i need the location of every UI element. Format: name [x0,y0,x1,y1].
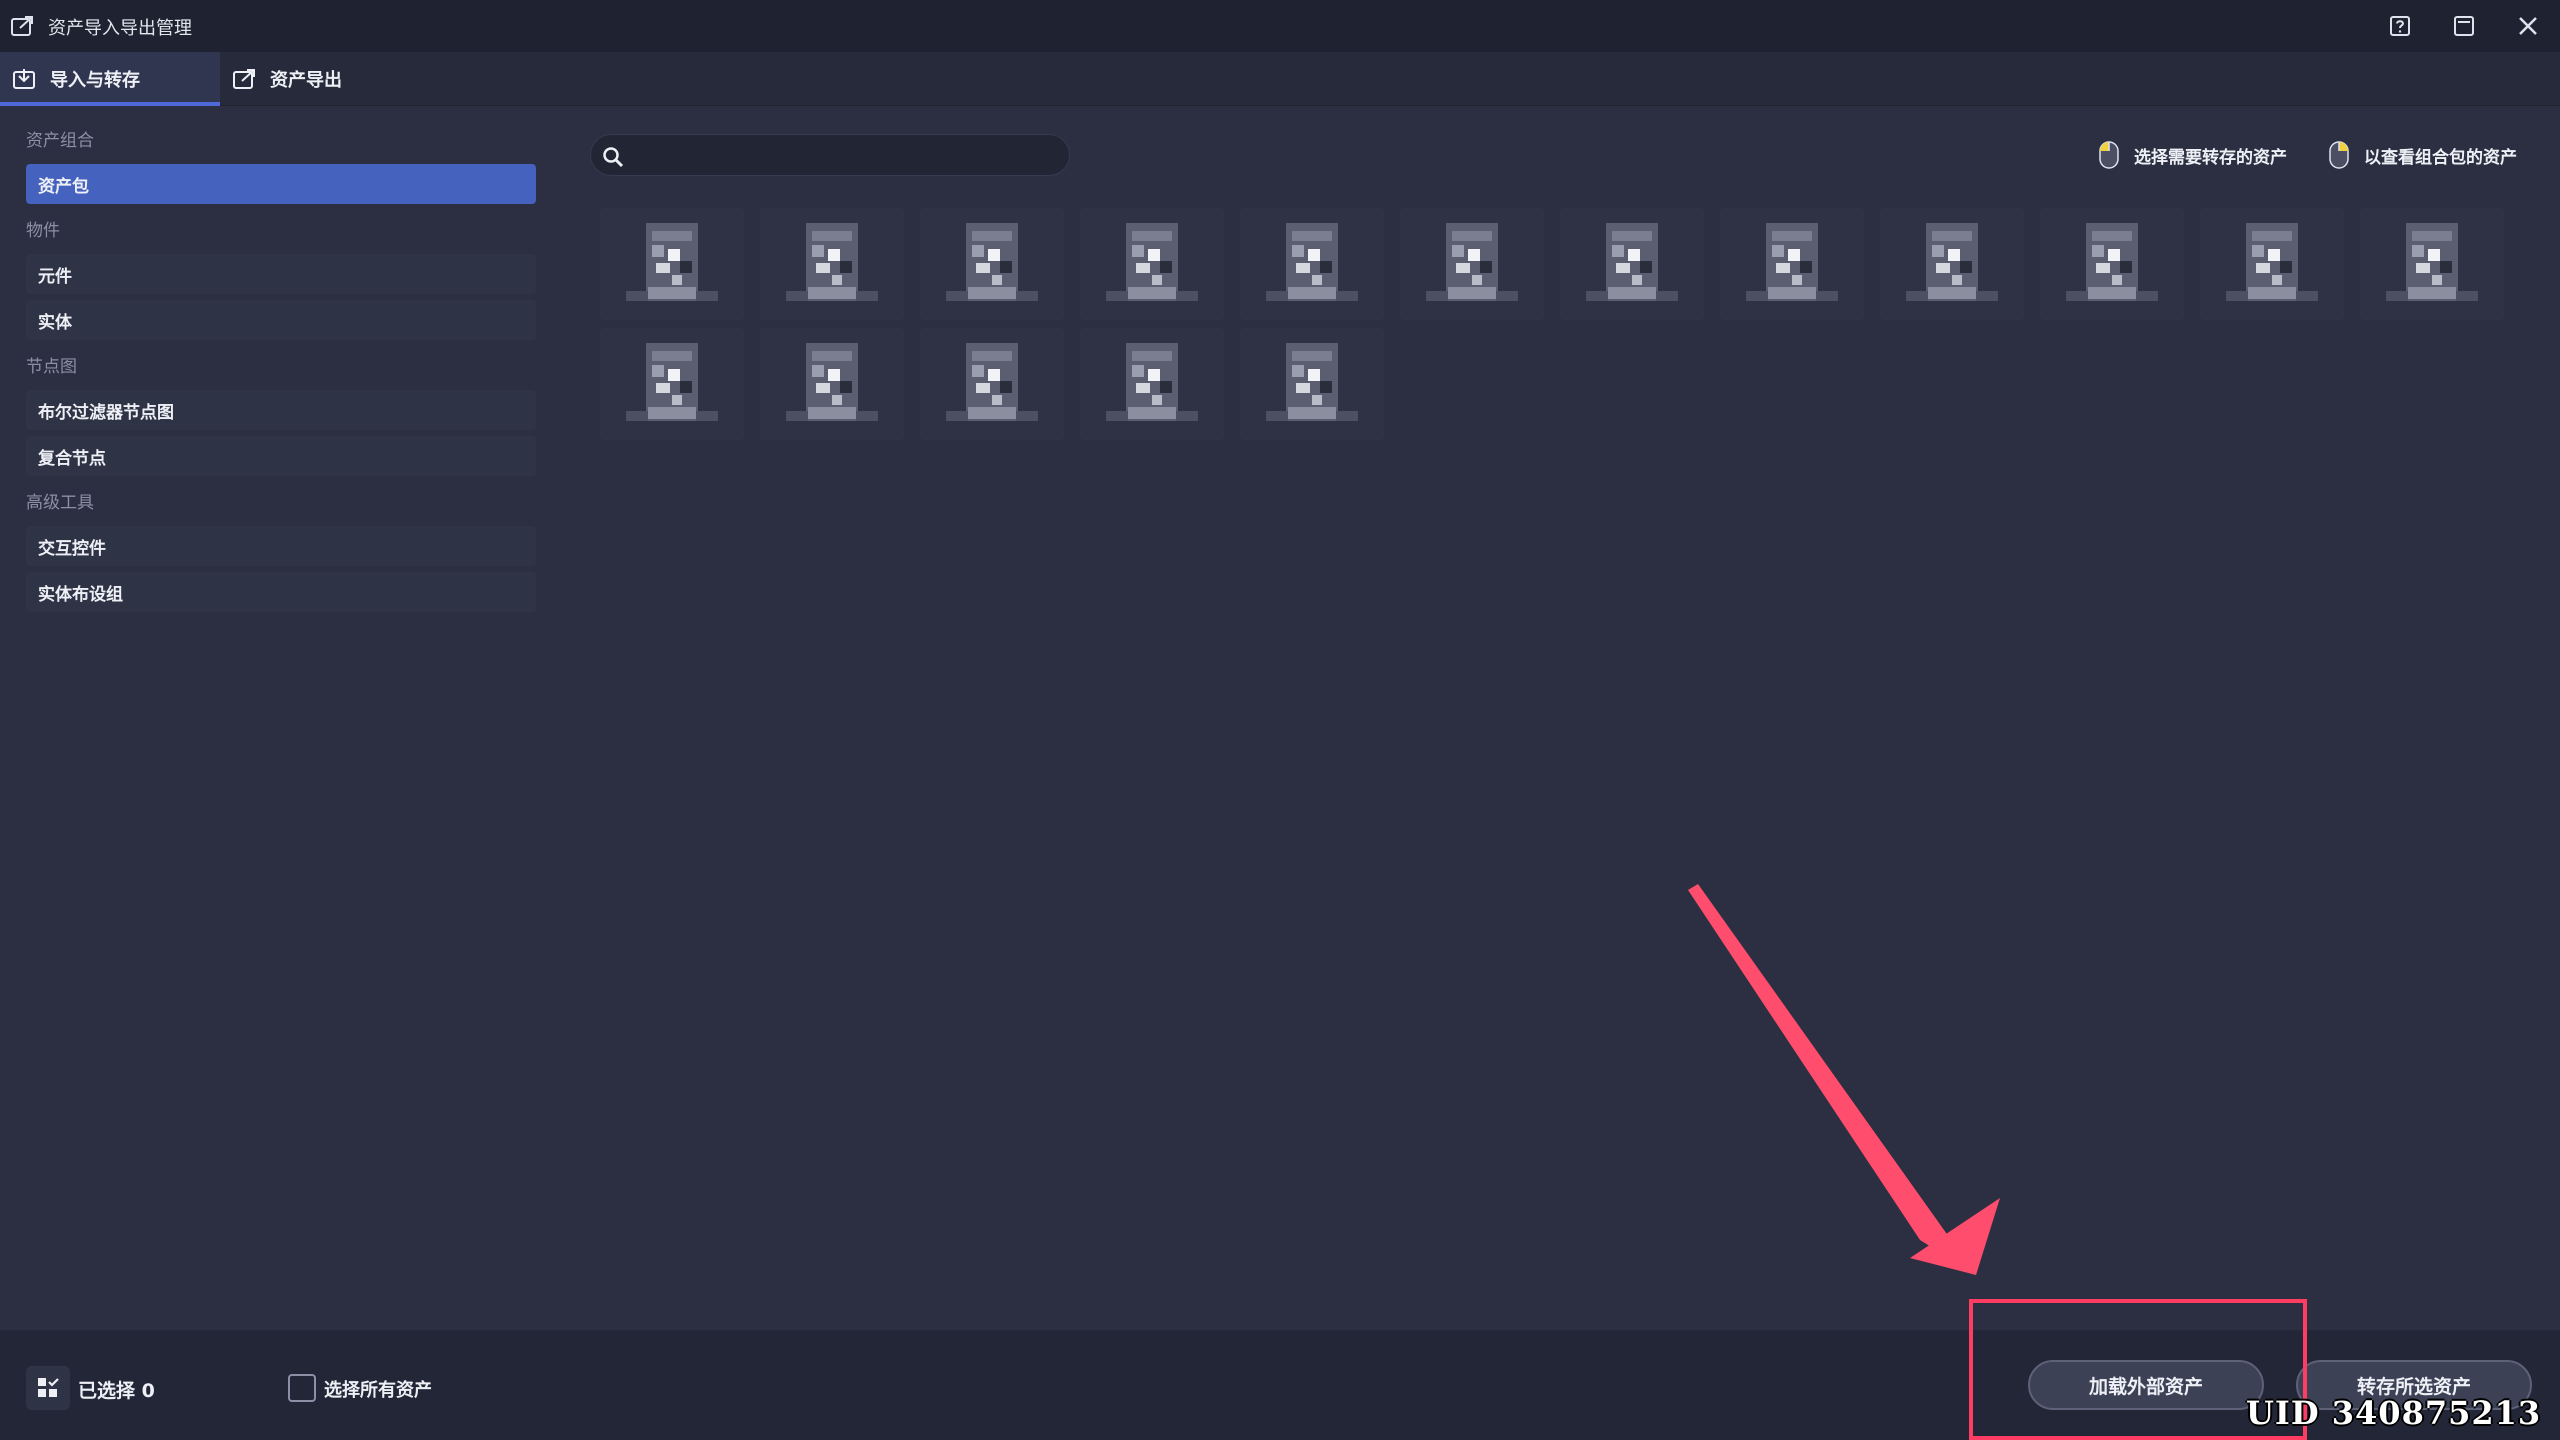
annotation-arrow [1688,884,2000,1275]
asset-tile[interactable] [1560,208,1704,320]
title-bar: 资产导入导出管理 [0,0,2560,52]
asset-thumbnail-image [1426,223,1518,301]
asset-tile[interactable] [600,208,744,320]
export-icon [233,69,255,89]
sidebar-item-component[interactable]: 元件 [26,254,536,294]
uid-watermark: UID 340875213 [2246,1394,2542,1432]
export-icon [10,14,36,38]
sidebar-item-asset-package[interactable]: 资产包 [26,164,536,204]
tab-asset-export[interactable]: 资产导出 [232,52,432,106]
sidebar-item-boolean-filter-node-graph[interactable]: 布尔过滤器节点图 [26,390,536,430]
mouse-left-click-icon [2099,141,2119,169]
grid-select-icon [38,1378,59,1397]
asset-thumbnail-image [1106,223,1198,301]
asset-thumbnail-image [2066,223,2158,301]
asset-tile[interactable] [920,328,1064,440]
help-icon [2390,16,2410,36]
asset-thumbnail-image [786,343,878,421]
asset-tile[interactable] [1720,208,1864,320]
asset-tile[interactable] [1080,208,1224,320]
asset-tile[interactable] [920,208,1064,320]
hint-left-click: 选择需要转存的资产 [2098,140,2287,170]
asset-tile[interactable] [2040,208,2184,320]
import-icon [13,69,35,89]
category-sidebar: 资产组合 资产包 物件 元件 实体 节点图 布尔过滤器节点图 复合节点 高级工具… [0,106,560,1330]
asset-thumbnail-image [1906,223,1998,301]
help-button[interactable] [2386,12,2414,40]
asset-thumbnail-image [2386,223,2478,301]
asset-tile[interactable] [760,328,904,440]
mouse-right-click-icon [2329,141,2349,169]
tab-import-transfer[interactable]: 导入与转存 [0,52,220,106]
asset-tile[interactable] [2200,208,2344,320]
sidebar-item-interactive-control[interactable]: 交互控件 [26,526,536,566]
search-input[interactable] [635,141,1055,171]
hint-text: 以查看组合包的资产 [2364,147,2517,168]
asset-thumbnail-image [626,343,718,421]
asset-thumbnail-image [1266,343,1358,421]
asset-thumbnail-image [1746,223,1838,301]
asset-thumbnail-image [946,223,1038,301]
hint-right-click: 以查看组合包的资产 [2328,140,2517,170]
asset-import-export-window: 资产导入导出管理 导入与转存 资产导出 资产组合 资产包 物件 元件 实体 节点… [0,0,2560,1440]
sidebar-item-composite-node[interactable]: 复合节点 [26,436,536,476]
asset-thumbnail-image [946,343,1038,421]
asset-thumbnail-image [2226,223,2318,301]
asset-thumbnail-image [1266,223,1358,301]
group-label-advanced-tools: 高级工具 [26,493,94,513]
asset-tile[interactable] [600,328,744,440]
window-title: 资产导入导出管理 [48,18,192,39]
asset-search-box[interactable] [590,134,1070,176]
tab-label: 资产导出 [270,70,342,91]
asset-tile[interactable] [1400,208,1544,320]
sidebar-item-entity-layout-group[interactable]: 实体布设组 [26,572,536,612]
asset-thumbnail-image [786,223,878,301]
select-all-label[interactable]: 选择所有资产 [324,1376,432,1402]
minimize-icon [2454,16,2474,36]
search-icon [603,147,624,168]
asset-thumbnail-image [626,223,718,301]
group-label-objects: 物件 [26,221,60,241]
selection-toggle-button[interactable] [26,1366,70,1410]
close-icon [2519,17,2537,35]
asset-tile[interactable] [1880,208,2024,320]
minimize-button[interactable] [2450,12,2478,40]
group-label-asset-combination: 资产组合 [26,131,94,151]
group-label-node-graph: 节点图 [26,357,77,377]
asset-thumbnail-image [1106,343,1198,421]
asset-tile[interactable] [1080,328,1224,440]
hint-text: 选择需要转存的资产 [2134,147,2287,168]
tab-bar: 导入与转存 资产导出 [0,52,2560,106]
select-all-checkbox[interactable] [288,1374,316,1402]
asset-thumbnail-image [1586,223,1678,301]
tab-label: 导入与转存 [50,70,140,91]
close-button[interactable] [2514,12,2542,40]
asset-tile[interactable] [1240,208,1384,320]
asset-tile[interactable] [2360,208,2504,320]
asset-tile[interactable] [760,208,904,320]
sidebar-item-entity[interactable]: 实体 [26,300,536,340]
asset-tile[interactable] [1240,328,1384,440]
selected-count: 已选择 0 [78,1380,155,1402]
